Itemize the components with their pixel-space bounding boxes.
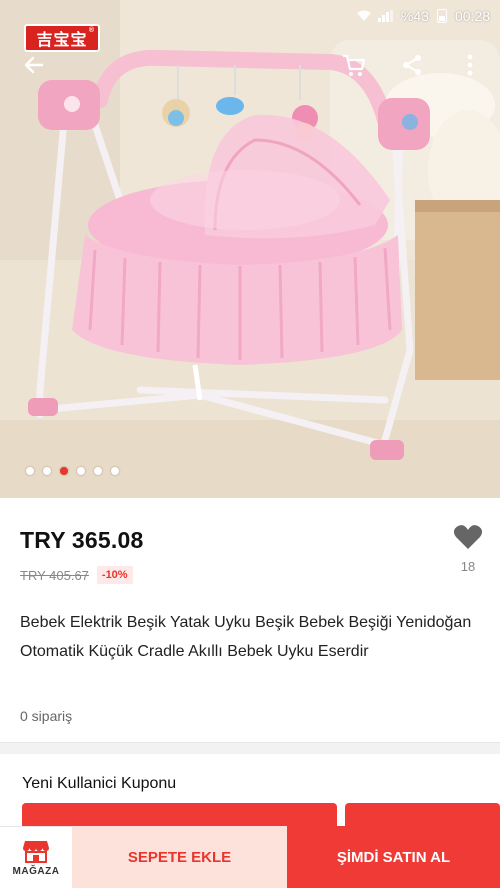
product-title: Bebek Elektrik Beşik Yatak Uyku Beşik Be… xyxy=(20,614,472,660)
original-price: TRY 405.67 xyxy=(20,567,89,583)
storefront-icon xyxy=(23,840,49,863)
more-options-button[interactable] xyxy=(452,47,488,83)
gallery-pagination xyxy=(26,467,119,475)
current-price: TRY 365.08 xyxy=(20,527,144,553)
discount-badge: -10% xyxy=(96,566,133,584)
back-button[interactable] xyxy=(16,47,52,83)
share-button[interactable] xyxy=(394,47,430,83)
clock: 00:28 xyxy=(454,8,490,24)
signal-indicators xyxy=(356,10,393,22)
arrow-left-icon xyxy=(24,56,44,74)
heart-icon xyxy=(453,525,483,549)
buy-now-button[interactable]: ŞİMDİ SATIN AL xyxy=(287,826,500,888)
price-compare: TRY 405.67 -10% xyxy=(20,566,133,584)
wifi-icon xyxy=(356,10,371,21)
cell-signal-icon xyxy=(377,10,393,22)
favorite-count: 18 xyxy=(460,559,476,574)
gallery-dot[interactable] xyxy=(77,467,85,475)
gallery-dot[interactable] xyxy=(94,467,102,475)
favorite-button[interactable]: 18 xyxy=(452,524,484,574)
store-label: MAĞAZA xyxy=(12,865,60,877)
coupon-section-title: Yeni Kullanici Kuponu xyxy=(22,775,177,792)
gallery-dot[interactable] xyxy=(43,467,51,475)
gallery-dot[interactable] xyxy=(60,467,68,475)
section-divider xyxy=(0,742,500,754)
add-to-cart-button[interactable]: SEPETE EKLE xyxy=(72,826,287,888)
more-vertical-icon xyxy=(467,54,473,76)
share-icon xyxy=(403,55,421,75)
cart-icon xyxy=(343,54,366,76)
order-count: 0 sipariş xyxy=(20,708,73,724)
bottom-action-bar: MAĞAZA SEPETE EKLE ŞİMDİ SATIN AL xyxy=(0,826,500,888)
store-button[interactable]: MAĞAZA xyxy=(0,826,72,888)
gallery-dot[interactable] xyxy=(26,467,34,475)
cart-button[interactable] xyxy=(336,47,372,83)
product-image-gallery[interactable]: %43 00:28 吉宝宝 ® xyxy=(0,0,500,498)
gallery-dot[interactable] xyxy=(111,467,119,475)
battery-icon xyxy=(436,9,447,23)
battery-percentage: %43 xyxy=(400,8,429,24)
